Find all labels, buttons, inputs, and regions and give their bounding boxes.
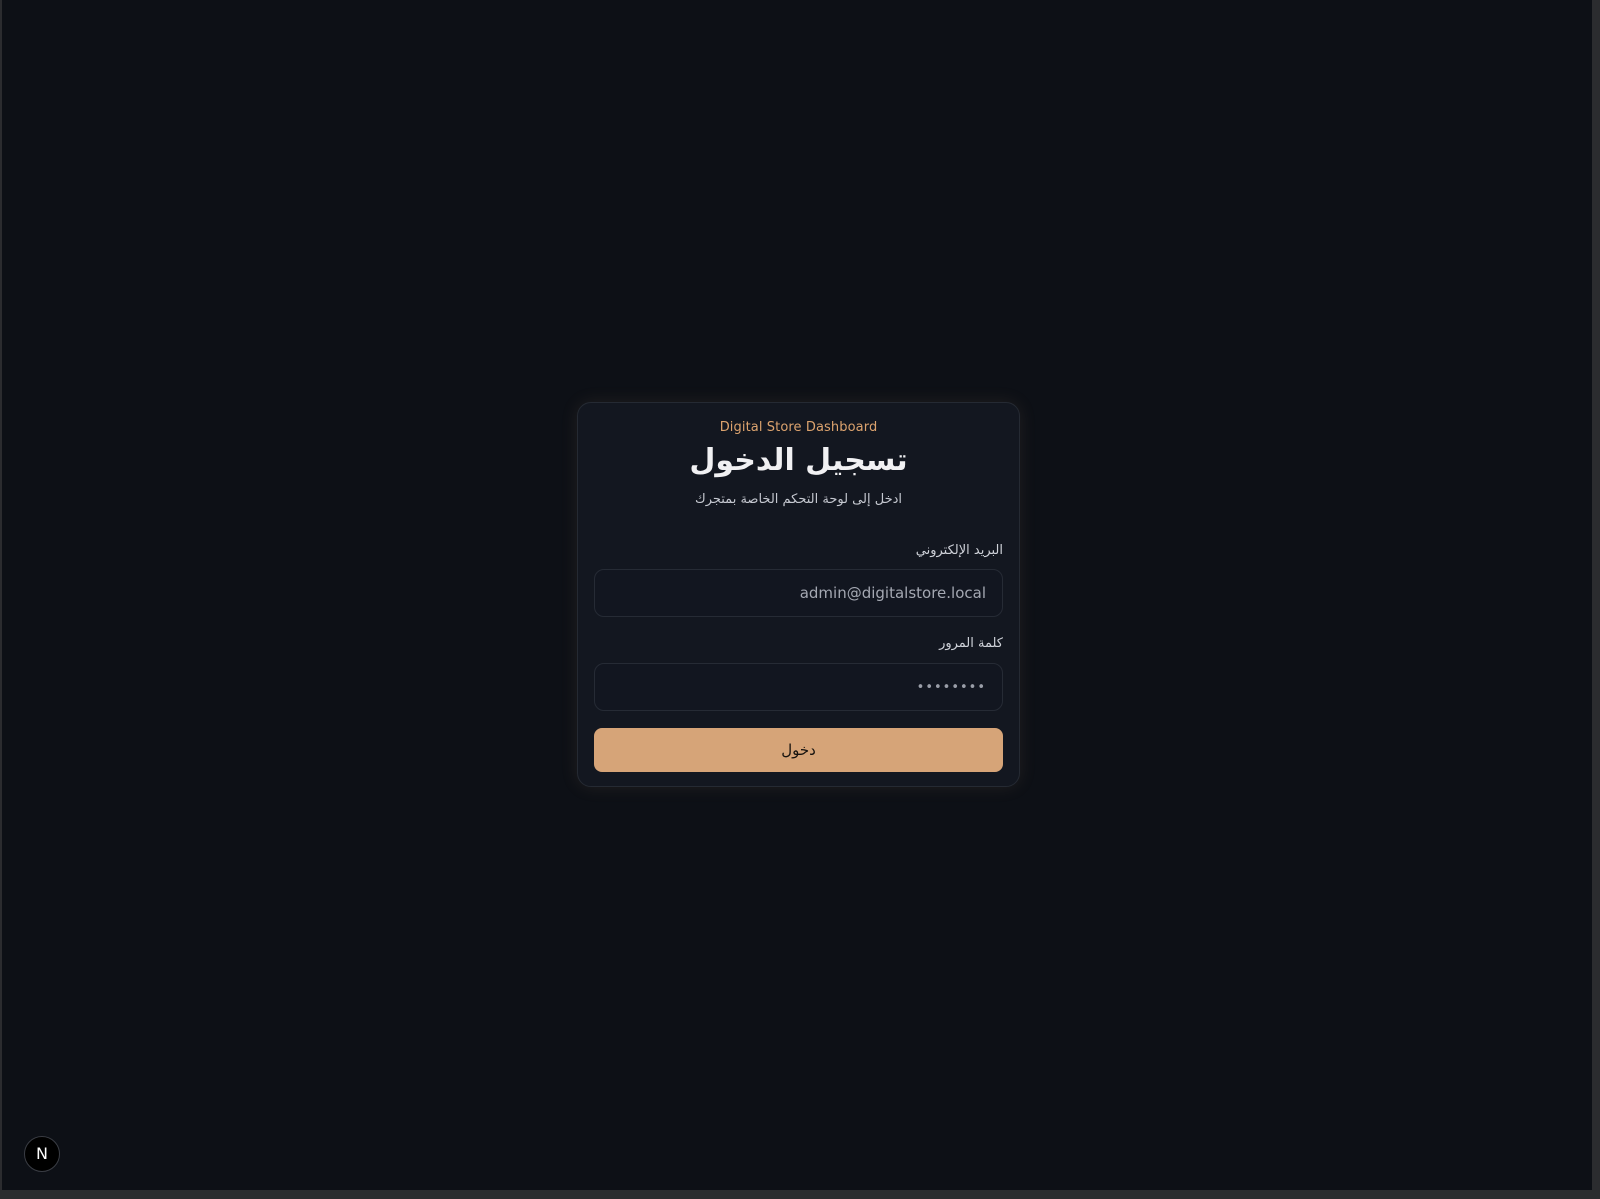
- nextjs-dev-indicator-icon[interactable]: N: [24, 1136, 60, 1172]
- email-field[interactable]: [594, 569, 1003, 617]
- page-title: تسجيل الدخول: [689, 443, 908, 478]
- login-card: Digital Store Dashboard تسجيل الدخول ادخ…: [577, 402, 1020, 787]
- email-label: البريد الإلكتروني: [915, 543, 1003, 558]
- page-subtitle: ادخل إلى لوحة التحكم الخاصة بمتجرك: [694, 492, 903, 507]
- password-label: كلمة المرور: [939, 636, 1003, 651]
- password-field[interactable]: [594, 663, 1003, 711]
- login-button[interactable]: دخول: [594, 728, 1003, 772]
- brand-name: Digital Store Dashboard: [719, 420, 878, 435]
- page-background: Digital Store Dashboard تسجيل الدخول ادخ…: [2, 0, 1592, 1190]
